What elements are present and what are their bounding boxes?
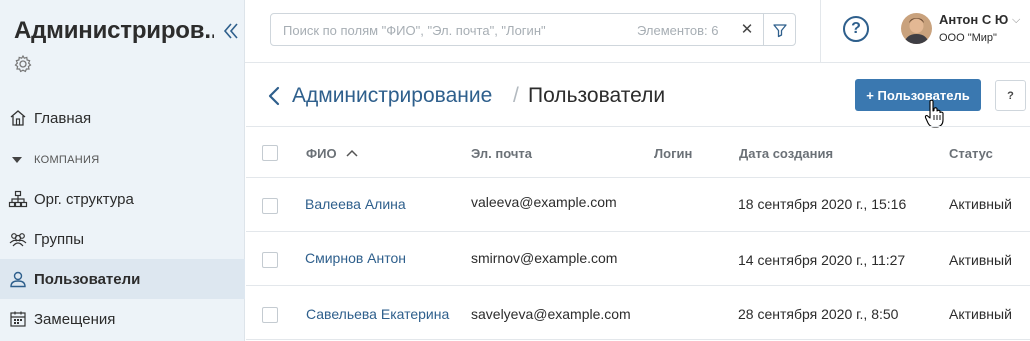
double-chevron-left-icon: [223, 23, 238, 39]
collapse-sidebar-button[interactable]: [219, 18, 243, 44]
sidebar-item-label: Пользователи: [34, 270, 141, 288]
row-checkbox[interactable]: [262, 252, 278, 268]
sidebar-item-org-structure[interactable]: Орг. структура: [0, 179, 245, 219]
table-row[interactable]: Савельева Екатерина savelyeva@example.co…: [246, 286, 1030, 340]
breadcrumb-parent-link[interactable]: Администрирование: [292, 84, 492, 108]
chevron-down-icon[interactable]: ⌵: [1012, 14, 1020, 27]
user-name-link[interactable]: Савельева Екатерина: [306, 306, 449, 322]
topbar: Поиск по полям "ФИО", "Эл. почта", "Логи…: [245, 0, 1030, 63]
divider: [820, 0, 821, 63]
calendar-icon: [10, 311, 26, 327]
status-badge: Активный: [949, 196, 1012, 212]
column-header-email[interactable]: Эл. почта: [471, 146, 532, 161]
sidebar: Администриров... Главная КОМПАНИЯ Орг. с…: [0, 0, 245, 341]
sidebar-item-groups[interactable]: Группы: [0, 219, 245, 259]
add-user-button[interactable]: + Пользователь: [855, 79, 981, 111]
home-icon: [10, 110, 26, 126]
org-chart-icon: [8, 190, 28, 208]
help-icon: ?: [851, 20, 861, 37]
user-email: valeeva@example.com: [471, 194, 617, 210]
sidebar-item-home[interactable]: Главная: [0, 98, 245, 138]
page-help-button[interactable]: ?: [995, 80, 1026, 111]
filter-icon: [773, 23, 787, 37]
back-arrow-icon[interactable]: [266, 84, 282, 108]
help-button[interactable]: ?: [843, 16, 869, 42]
status-badge: Активный: [949, 306, 1012, 322]
user-name-link[interactable]: Смирнов Антон: [305, 250, 406, 266]
avatar[interactable]: [901, 13, 932, 44]
user-email: savelyeva@example.com: [471, 306, 631, 322]
user-photo: [901, 13, 932, 44]
sort-ascending-icon[interactable]: [345, 148, 359, 158]
hand-cursor-icon: [924, 99, 946, 129]
user-email: smirnov@example.com: [471, 250, 618, 266]
select-all-checkbox[interactable]: [262, 145, 278, 161]
created-date: 14 сентября 2020 г., 11:27: [738, 252, 906, 268]
question-icon: ?: [1007, 89, 1014, 102]
column-header-created[interactable]: Дата создания: [739, 146, 833, 161]
sidebar-item-substitutions[interactable]: Замещения: [0, 299, 245, 339]
user-org: ООО "Мир": [939, 32, 997, 44]
search-input[interactable]: Поиск по полям "ФИО", "Эл. почта", "Логи…: [270, 13, 796, 46]
search-placeholder: Поиск по полям "ФИО", "Эл. почта", "Логи…: [283, 23, 546, 38]
breadcrumb-separator: /: [513, 84, 519, 107]
user-icon: [10, 271, 26, 288]
table-row[interactable]: Смирнов Антон smirnov@example.com 14 сен…: [246, 232, 1030, 286]
sidebar-section-company[interactable]: КОМПАНИЯ: [12, 154, 99, 166]
clear-search-icon[interactable]: ✕: [738, 20, 756, 38]
column-header-name[interactable]: ФИО: [306, 146, 337, 161]
caret-down-icon: [12, 157, 22, 163]
app-title: Администриров...: [14, 17, 214, 44]
sidebar-item-label: Орг. структура: [34, 190, 134, 208]
table-row[interactable]: Валеева Алина valeeva@example.com 18 сен…: [246, 178, 1030, 232]
column-header-status[interactable]: Статус: [949, 146, 993, 161]
sidebar-section-label: КОМПАНИЯ: [34, 154, 100, 166]
created-date: 28 сентября 2020 г., 8:50: [738, 306, 899, 322]
sidebar-item-users[interactable]: Пользователи: [0, 259, 245, 299]
sidebar-item-label: Группы: [34, 230, 84, 248]
sidebar-item-label: Главная: [34, 109, 92, 127]
table-header: ФИО Эл. почта Логин Дата создания Статус: [246, 126, 1030, 178]
column-header-login[interactable]: Логин: [654, 146, 692, 161]
filter-button[interactable]: [763, 14, 796, 45]
status-badge: Активный: [949, 252, 1012, 268]
created-date: 18 сентября 2020 г., 15:16: [738, 196, 907, 212]
settings-gear-icon[interactable]: [13, 54, 33, 74]
group-icon: [9, 233, 27, 247]
search-count: Элементов: 6: [637, 23, 719, 38]
page-title: Пользователи: [528, 84, 666, 107]
row-checkbox[interactable]: [262, 307, 278, 323]
sidebar-item-label: Замещения: [34, 310, 116, 328]
user-name[interactable]: Антон С Ю: [939, 12, 1008, 27]
row-checkbox[interactable]: [262, 198, 278, 214]
user-name-link[interactable]: Валеева Алина: [305, 196, 406, 212]
